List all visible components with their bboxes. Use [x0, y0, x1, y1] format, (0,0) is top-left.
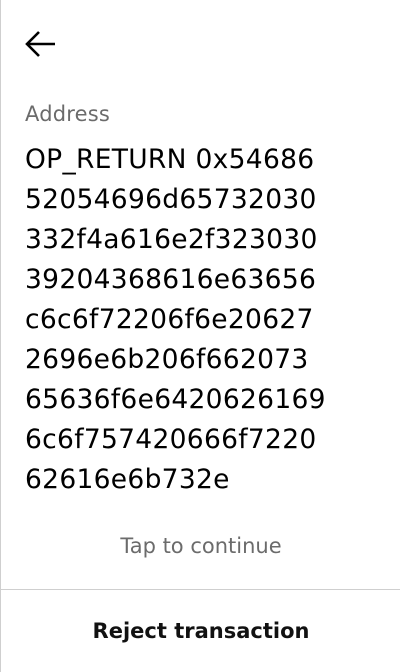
address-line: 65636f6e6420626169	[25, 384, 326, 415]
arrow-left-icon	[25, 31, 55, 57]
address-line: 52054696d65732030	[25, 184, 317, 215]
tap-to-continue-hint[interactable]: Tap to continue	[1, 534, 400, 558]
transaction-confirm-screen[interactable]: Address OP_RETURN 0x54686 52054696d65732…	[0, 0, 400, 672]
address-label: Address	[25, 102, 111, 126]
address-line: 6c6f757420666f7220	[25, 424, 317, 455]
address-line: 332f4a616e2f323030	[25, 224, 318, 255]
address-line: 39204368616e63656	[25, 264, 317, 295]
address-value: OP_RETURN 0x54686 52054696d65732030 332f…	[25, 140, 387, 500]
address-line: OP_RETURN 0x54686	[25, 144, 315, 175]
address-line: c6c6f72206f6e20627	[25, 304, 314, 335]
back-button[interactable]	[23, 28, 59, 60]
address-line: 62616e6b732e	[25, 464, 230, 495]
address-line: 2696e6b206f662073	[25, 344, 309, 375]
reject-transaction-button[interactable]: Reject transaction	[1, 590, 400, 672]
